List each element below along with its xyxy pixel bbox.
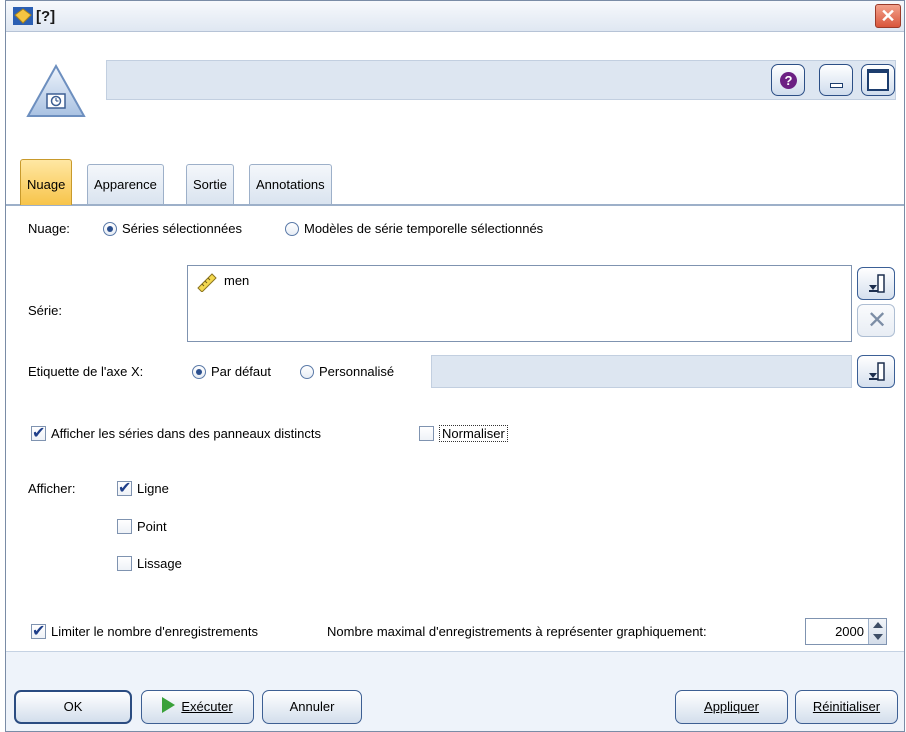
ok-button[interactable]: OK — [14, 690, 132, 724]
series-list[interactable]: men — [187, 265, 852, 342]
spin-down-icon[interactable] — [873, 634, 883, 640]
normalize-label[interactable]: Normaliser — [439, 425, 508, 442]
delete-x-icon: ✕ — [867, 307, 888, 334]
timeplot-node-icon — [26, 64, 86, 117]
max-records-label: Nombre maximal d'enregistrements à repré… — [327, 624, 707, 639]
smooth-checkbox[interactable] — [117, 556, 132, 571]
close-icon: ✕ — [880, 6, 896, 26]
separate-panels-label[interactable]: Afficher les séries dans des panneaux di… — [51, 426, 321, 441]
minimize-button[interactable] — [819, 64, 853, 96]
node-header: ? — [6, 32, 904, 154]
radio-xaxis-custom[interactable] — [300, 365, 314, 379]
run-button[interactable]: Exécuter — [141, 690, 254, 724]
tab-nuage[interactable]: Nuage — [20, 159, 73, 205]
plot-label: Nuage: — [28, 221, 70, 236]
max-records-spinner[interactable]: 2000 — [805, 618, 887, 645]
xaxis-custom-field[interactable] — [431, 355, 852, 388]
point-checkbox[interactable] — [117, 519, 132, 534]
line-label[interactable]: Ligne — [137, 481, 169, 496]
xaxis-picker-button[interactable] — [857, 355, 895, 388]
reset-button[interactable]: Réinitialiser — [795, 690, 898, 724]
radio-selected-series[interactable] — [103, 222, 117, 236]
radio-xaxis-custom-label[interactable]: Personnalisé — [319, 364, 394, 379]
reset-button-label: Réinitialiser — [812, 699, 881, 714]
spinner-arrows[interactable] — [868, 619, 886, 644]
maximize-button[interactable] — [861, 64, 895, 96]
point-label[interactable]: Point — [137, 519, 167, 534]
close-button[interactable]: ✕ — [875, 4, 901, 28]
limit-records-checkbox[interactable] — [31, 621, 46, 640]
diamond-node-icon — [13, 7, 33, 25]
button-bar: OK Exécuter Annuler Appliquer Réinitiali… — [6, 651, 904, 731]
spin-up-icon[interactable] — [873, 622, 883, 628]
remove-series-button[interactable]: ✕ — [857, 304, 895, 337]
series-picker-button[interactable] — [857, 267, 895, 300]
nuage-panel: Nuage: Séries sélectionnées Modèles de s… — [6, 206, 904, 650]
smooth-label[interactable]: Lissage — [137, 556, 182, 571]
tab-sortie[interactable]: Sortie — [186, 164, 234, 205]
separate-panels-checkbox[interactable] — [31, 423, 46, 442]
run-icon — [162, 697, 176, 713]
normalize-checkbox[interactable] — [419, 426, 434, 441]
radio-selected-models[interactable] — [285, 222, 299, 236]
tab-annotations[interactable]: Annotations — [249, 164, 332, 205]
window-title: [?] — [36, 8, 56, 25]
ruler-icon — [197, 273, 217, 292]
radio-selected-series-label[interactable]: Séries sélectionnées — [122, 221, 242, 236]
apply-button-label: Appliquer — [704, 699, 759, 714]
radio-xaxis-default-label[interactable]: Par défaut — [211, 364, 271, 379]
limit-records-label[interactable]: Limiter le nombre d'enregistrements — [51, 624, 258, 639]
list-item[interactable]: men — [224, 273, 249, 288]
help-button[interactable]: ? — [771, 64, 805, 96]
tab-apparence[interactable]: Apparence — [87, 164, 164, 205]
radio-selected-models-label[interactable]: Modèles de série temporelle sélectionnés — [304, 221, 543, 236]
xaxis-label: Etiquette de l'axe X: — [28, 364, 144, 379]
maximize-icon — [867, 69, 889, 91]
title-bar: [?] ✕ — [6, 1, 904, 32]
minimize-icon — [830, 83, 843, 88]
help-icon: ? — [780, 72, 797, 89]
run-button-label: Exécuter — [181, 699, 233, 714]
tab-strip: Nuage Apparence Sortie Annotations — [6, 159, 904, 205]
field-picker-icon — [869, 274, 885, 293]
cancel-button[interactable]: Annuler — [262, 690, 362, 724]
dialog-window: [?] ✕ ? Nuage Apparence Sortie Annotatio… — [5, 0, 905, 732]
series-label: Série: — [28, 303, 62, 318]
radio-xaxis-default[interactable] — [192, 365, 206, 379]
apply-button[interactable]: Appliquer — [675, 690, 788, 724]
field-picker-icon — [869, 362, 885, 381]
max-records-value: 2000 — [835, 624, 864, 639]
node-name-field[interactable]: ? — [106, 60, 896, 100]
line-checkbox[interactable] — [117, 478, 132, 497]
display-label: Afficher: — [28, 481, 76, 496]
